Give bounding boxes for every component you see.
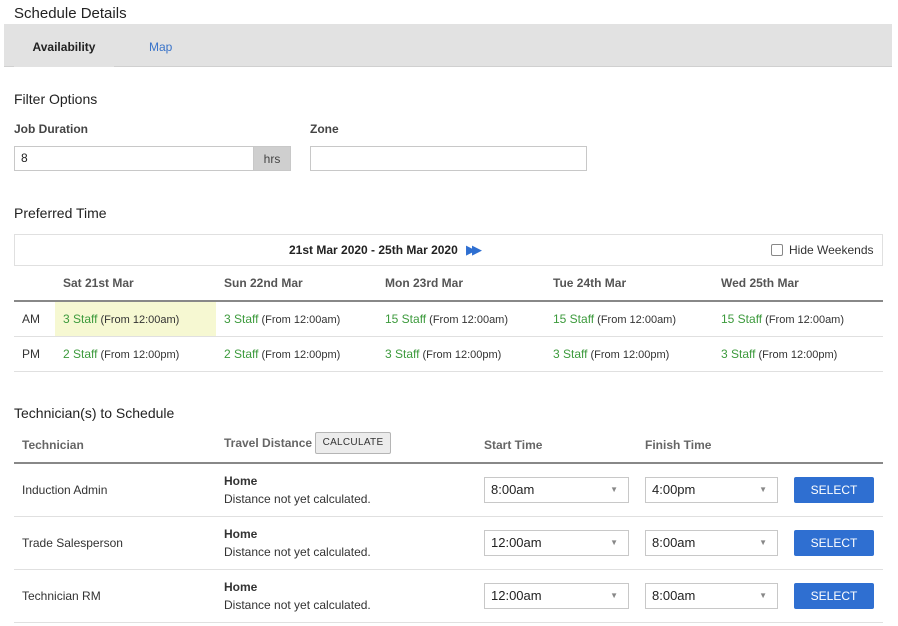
finish-time-select[interactable]: 8:00am ▼ [645, 583, 778, 609]
time-slot[interactable]: 2 Staff (From 12:00pm) [63, 347, 179, 361]
calculate-button[interactable]: CALCULATE [315, 432, 391, 454]
chevron-down-icon: ▼ [610, 591, 618, 600]
select-technician-button[interactable]: SELECT [794, 530, 874, 556]
technician-distance: Distance not yet calculated. [224, 545, 371, 559]
time-slot[interactable]: 15 Staff (From 12:00am) [721, 312, 844, 326]
next-week-icon[interactable]: ▶▶ [466, 242, 482, 258]
time-slot[interactable]: 3 Staff (From 12:00am) [63, 312, 179, 326]
row-divider [14, 622, 883, 623]
job-duration-input[interactable]: 8 [14, 146, 254, 171]
chevron-down-icon: ▼ [759, 538, 767, 547]
time-slot[interactable]: 15 Staff (From 12:00am) [553, 312, 676, 326]
page-title: Schedule Details [14, 5, 127, 22]
start-time-select[interactable]: 12:00am ▼ [484, 583, 629, 609]
time-slot[interactable]: 3 Staff (From 12:00pm) [385, 347, 501, 361]
technician-location: Home [224, 474, 258, 488]
chevron-down-icon: ▼ [610, 538, 618, 547]
technician-distance: Distance not yet calculated. [224, 598, 371, 612]
job-duration-unit: hrs [254, 146, 291, 171]
technician-name: Induction Admin [22, 483, 108, 497]
chevron-down-icon: ▼ [759, 591, 767, 600]
day-header: Wed 25th Mar [721, 276, 799, 290]
start-time-column-header: Start Time [484, 438, 543, 452]
job-duration-label: Job Duration [14, 122, 88, 136]
hide-weekends-checkbox[interactable] [771, 244, 783, 256]
row-divider [14, 569, 883, 570]
select-technician-button[interactable]: SELECT [794, 583, 874, 609]
select-technician-button[interactable]: SELECT [794, 477, 874, 503]
row-divider [14, 516, 883, 517]
pm-row-label: PM [22, 347, 40, 361]
technician-name: Trade Salesperson [22, 536, 123, 550]
time-slot[interactable]: 2 Staff (From 12:00pm) [224, 347, 340, 361]
technician-header-divider [14, 462, 883, 464]
technician-distance: Distance not yet calculated. [224, 492, 371, 506]
technician-name: Technician RM [22, 589, 101, 603]
tab-bar: Availability Map [4, 24, 892, 67]
day-header: Mon 23rd Mar [385, 276, 464, 290]
filter-options-title: Filter Options [14, 91, 98, 107]
technician-location: Home [224, 527, 258, 541]
travel-distance-column-header: Travel Distance [224, 436, 313, 450]
zone-input[interactable] [310, 146, 587, 171]
day-header: Sun 22nd Mar [224, 276, 303, 290]
row-divider [14, 371, 883, 372]
start-time-select[interactable]: 8:00am ▼ [484, 477, 629, 503]
time-slot[interactable]: 3 Staff (From 12:00pm) [721, 347, 837, 361]
technicians-title: Technician(s) to Schedule [14, 405, 175, 421]
time-slot[interactable]: 15 Staff (From 12:00am) [385, 312, 508, 326]
time-slot[interactable]: 3 Staff (From 12:00am) [224, 312, 340, 326]
am-row-label: AM [22, 312, 40, 326]
tab-availability[interactable]: Availability [14, 24, 114, 67]
technician-column-header: Technician [22, 438, 84, 452]
finish-time-select[interactable]: 8:00am ▼ [645, 530, 778, 556]
time-slot[interactable]: 3 Staff (From 12:00pm) [553, 347, 669, 361]
finish-time-select[interactable]: 4:00pm ▼ [645, 477, 778, 503]
hide-weekends-label: Hide Weekends [789, 243, 874, 257]
chevron-down-icon: ▼ [610, 485, 618, 494]
technician-location: Home [224, 580, 258, 594]
preferred-time-title: Preferred Time [14, 205, 107, 221]
row-divider [14, 336, 883, 337]
date-range: 21st Mar 2020 - 25th Mar 2020 [289, 243, 458, 257]
tab-map[interactable]: Map [149, 24, 172, 67]
start-time-select[interactable]: 12:00am ▼ [484, 530, 629, 556]
day-header: Sat 21st Mar [63, 276, 134, 290]
day-header: Tue 24th Mar [553, 276, 627, 290]
chevron-down-icon: ▼ [759, 485, 767, 494]
zone-label: Zone [310, 122, 339, 136]
finish-time-column-header: Finish Time [645, 438, 712, 452]
